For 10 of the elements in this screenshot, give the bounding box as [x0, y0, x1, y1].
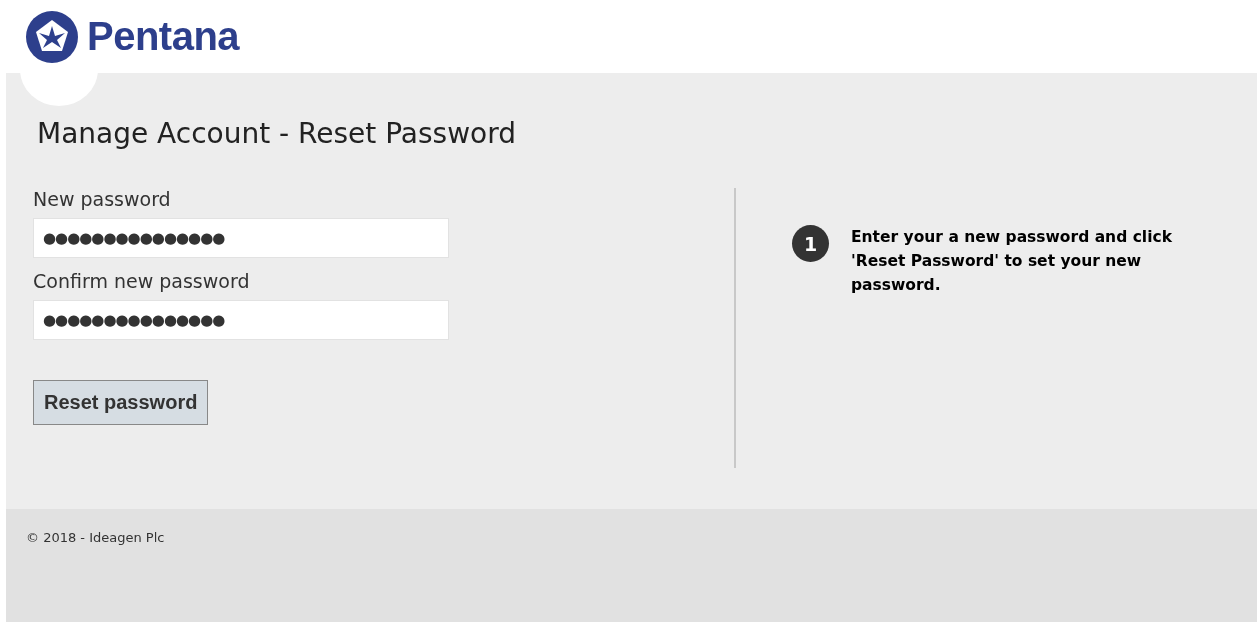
page-title: Manage Account - Reset Password	[37, 117, 517, 150]
reset-password-button[interactable]: Reset password	[33, 380, 209, 425]
password-field[interactable]: ●●●●●●●●●●●●●●●	[33, 218, 449, 258]
brand-name: Pentana	[87, 14, 240, 59]
field-label: New password	[33, 188, 172, 210]
step-instruction: Enter your a new password and click 'Reset Password' to set your new password.	[851, 227, 1173, 296]
password-field[interactable]: ●●●●●●●●●●●●●●●	[33, 300, 449, 340]
copyright-text: © 2018 - Ideagen Plc	[26, 530, 165, 545]
step-number: 1	[792, 225, 829, 262]
field-label: Confirm new password	[33, 270, 251, 292]
